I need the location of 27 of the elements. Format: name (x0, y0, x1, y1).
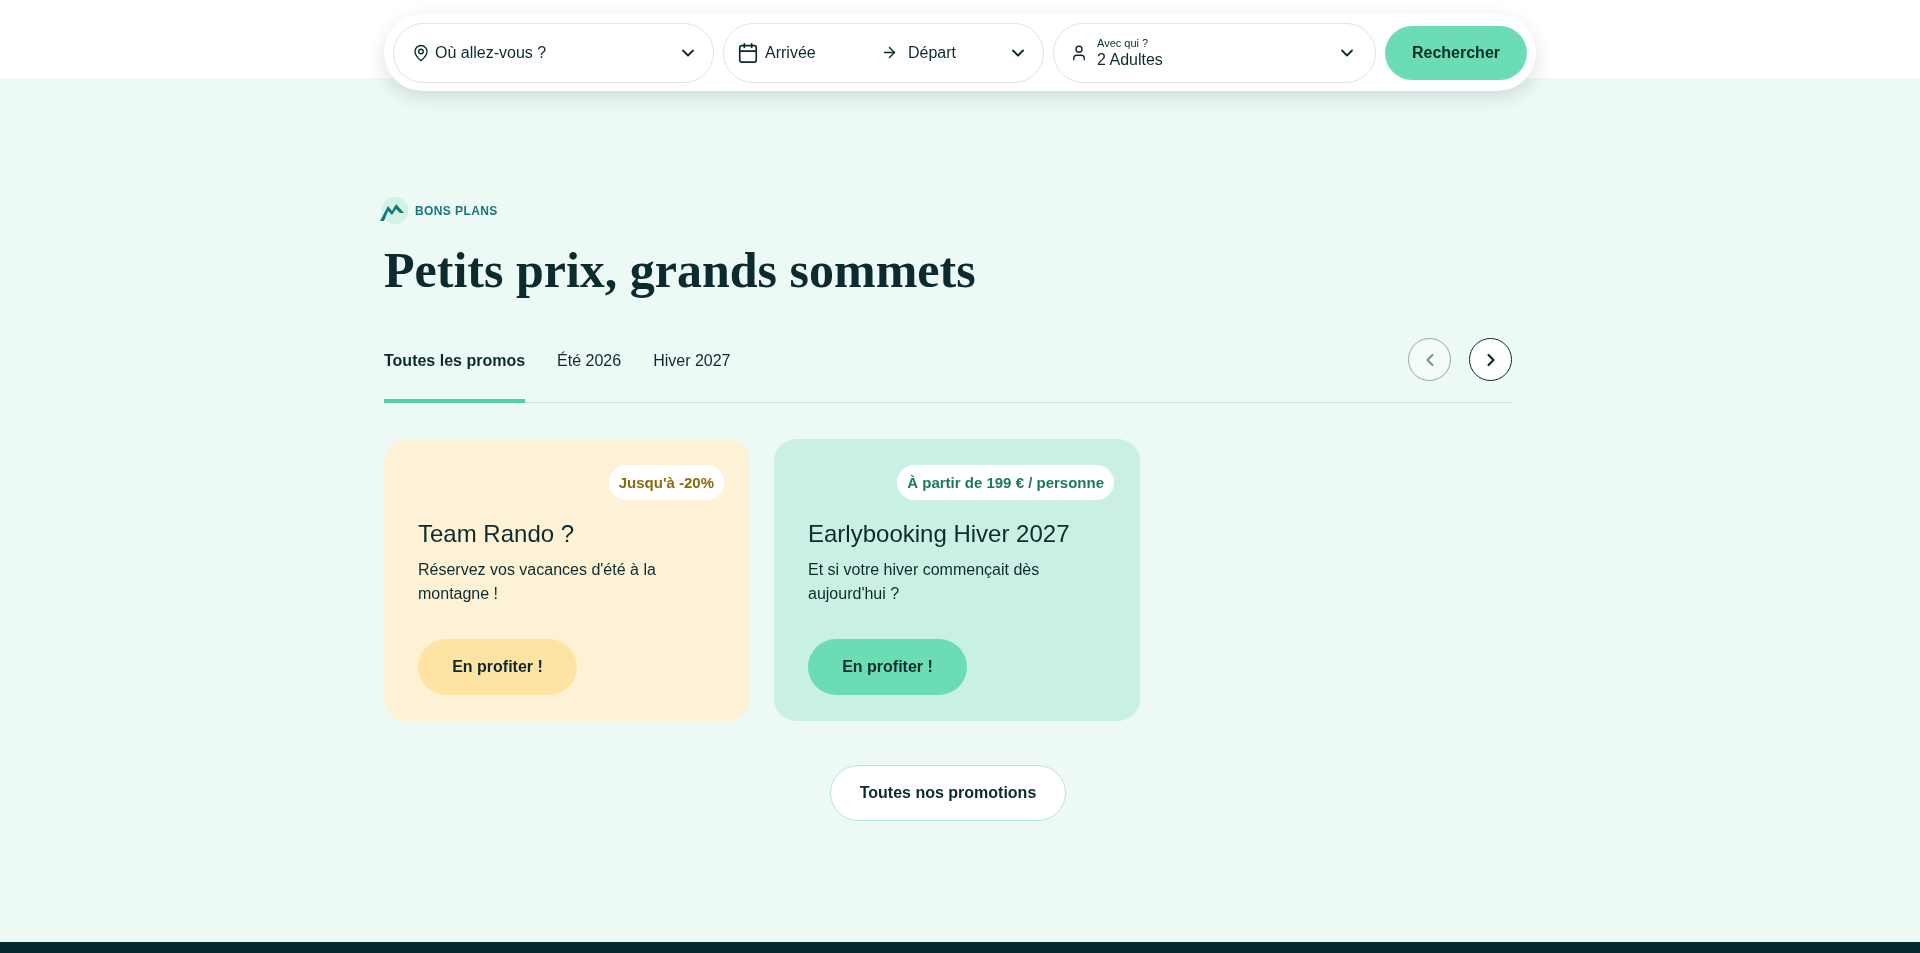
guests-label: Avec qui ? (1097, 36, 1150, 50)
mountain-logo-icon (380, 197, 408, 224)
pin-icon (412, 43, 430, 62)
arrow-right-icon (881, 44, 898, 61)
promo-tab[interactable]: Hiver 2027 (653, 351, 731, 403)
all-promotions-button[interactable]: Toutes nos promotions (830, 765, 1066, 821)
search-button[interactable]: Rechercher (1385, 25, 1527, 80)
section-eyebrow: BONS PLANS (415, 203, 498, 218)
promo-badge: Jusqu'à -20% (608, 465, 724, 500)
departure-date-button[interactable]: Départ (881, 43, 1008, 62)
cta-button[interactable]: En profiter ! (418, 639, 577, 695)
person-icon (1070, 43, 1088, 62)
destination-field[interactable]: Où allez-vous ? (393, 22, 714, 83)
card-description: Réservez vos vacances d'été à la montagne ! (418, 560, 657, 604)
next-button[interactable] (1469, 338, 1512, 381)
guests-selector[interactable]: Avec qui ? 2 Adultes (1053, 22, 1376, 83)
card-title: Earlybooking Hiver 2027 (808, 519, 1071, 549)
calendar-icon (737, 41, 759, 64)
card-description: Et si votre hiver commençait dès aujourd'hui ? (808, 560, 1041, 604)
section-title: Petits prix, grands sommets (384, 241, 977, 300)
promo-tab[interactable]: Été 2026 (557, 351, 622, 403)
cta-button[interactable]: En profiter ! (808, 639, 967, 695)
arrival-date-button[interactable]: Arrivée (737, 41, 881, 64)
promo-badge: À partir de 199 € / personne (897, 465, 1114, 500)
card-title: Team Rando ? (418, 519, 576, 549)
promo-tab[interactable]: Toutes les promos (384, 351, 526, 403)
guests-value: 2 Adultes (1097, 49, 1164, 69)
